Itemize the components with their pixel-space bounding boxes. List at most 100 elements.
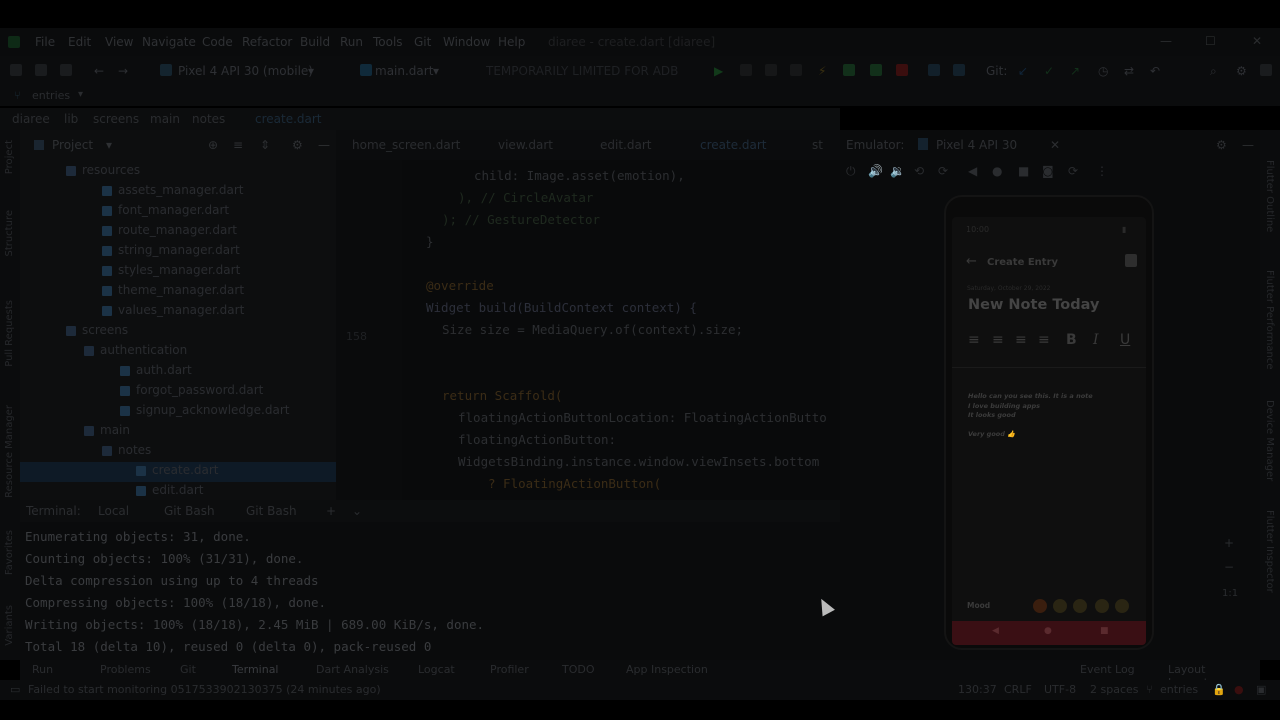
tab-git-bash-active[interactable]: Git Bash [246, 504, 297, 518]
back-icon[interactable]: ◀ [968, 164, 977, 178]
menu-git[interactable]: Git [414, 35, 431, 49]
menu-window[interactable]: Window [443, 35, 490, 49]
sync-icon[interactable] [60, 64, 72, 76]
mood-neutral-icon[interactable] [1053, 599, 1067, 613]
underline-icon[interactable]: U [1120, 332, 1130, 348]
status-message[interactable]: Failed to start monitoring 0517533902130… [28, 683, 381, 696]
run-config-selector[interactable]: main.dart [375, 64, 433, 78]
attach-icon[interactable] [843, 64, 855, 76]
nav-recents-icon[interactable]: ■ [1100, 626, 1109, 636]
stop-icon[interactable] [896, 64, 908, 76]
nav-back-icon[interactable]: ◀ [992, 626, 999, 636]
avatar[interactable] [1260, 64, 1272, 76]
tool-event-log[interactable]: Event Log [1080, 663, 1135, 676]
branch-selector[interactable]: entries [32, 89, 70, 102]
volume-down-icon[interactable]: 🔉 [890, 164, 905, 178]
breadcrumb-item[interactable]: create.dart [255, 112, 322, 126]
tool-device-manager[interactable]: Device Manager [1264, 400, 1275, 481]
tool-flutter-inspector[interactable]: Flutter Inspector [1264, 510, 1275, 593]
minimize-icon[interactable]: — [1160, 34, 1172, 48]
tool-pull-requests[interactable]: Pull Requests [4, 300, 15, 367]
tree-folder[interactable]: resources [66, 163, 140, 177]
menu-refactor[interactable]: Refactor [242, 35, 292, 49]
italic-icon[interactable]: I [1093, 332, 1099, 348]
tree-file[interactable]: string_manager.dart [102, 243, 240, 257]
tree-file[interactable]: values_manager.dart [102, 303, 244, 317]
gear-icon[interactable]: ⚙ [292, 138, 303, 152]
memory-icon[interactable]: ▣ [1256, 683, 1266, 696]
rollback-icon[interactable]: ↶ [1150, 64, 1160, 78]
nav-home-icon[interactable]: ● [1044, 626, 1052, 636]
device-manager-icon[interactable] [928, 64, 940, 76]
code-editor[interactable]: home_screen.dart view.dart edit.dart cre… [336, 130, 841, 500]
tool-flutter-performance[interactable]: Flutter Performance [1264, 270, 1275, 370]
search-icon[interactable]: ⌕ [1210, 64, 1217, 79]
chevron-down-icon[interactable]: ⌄ [352, 504, 362, 518]
tool-problems[interactable]: Problems [100, 663, 151, 676]
git-compare-icon[interactable]: ⇄ [1124, 64, 1134, 78]
hide-icon[interactable]: — [1242, 138, 1254, 152]
menu-run[interactable]: Run [340, 35, 363, 49]
more-icon[interactable]: ⋮ [1096, 164, 1108, 178]
file-encoding[interactable]: UTF-8 [1044, 683, 1076, 696]
mood-sad-icon[interactable] [1095, 599, 1109, 613]
phone-screen[interactable]: 10:00 ▮ ← Create Entry Saturday, October… [952, 217, 1146, 645]
menu-build[interactable]: Build [300, 35, 330, 49]
tool-flutter-outline[interactable]: Flutter Outline [1264, 160, 1275, 232]
tool-favorites[interactable]: Favorites [4, 530, 15, 575]
lock-icon[interactable]: 🔒 [1212, 683, 1226, 696]
tool-structure[interactable]: Structure [4, 210, 15, 257]
collapse-icon[interactable]: ≡ [233, 138, 243, 152]
error-icon[interactable]: ● [1234, 683, 1244, 696]
tree-file[interactable]: signup_acknowledge.dart [120, 403, 289, 417]
tree-file[interactable]: assets_manager.dart [102, 183, 243, 197]
device-selector[interactable]: Pixel 4 API 30 (mobile) [178, 64, 313, 78]
tab-home-screen[interactable]: home_screen.dart [352, 138, 460, 152]
menu-edit[interactable]: Edit [68, 35, 91, 49]
project-title[interactable]: Project [52, 138, 93, 152]
expand-icon[interactable]: ⇕ [260, 138, 270, 152]
mood-confused-icon[interactable] [1073, 599, 1087, 613]
home-icon[interactable]: ● [992, 164, 1002, 178]
tool-git[interactable]: Git [180, 663, 196, 676]
tab-overflow[interactable]: st [812, 138, 823, 152]
align-left-icon[interactable]: ≡ [968, 332, 980, 348]
tree-file[interactable]: route_manager.dart [102, 223, 237, 237]
tool-dart-analysis[interactable]: Dart Analysis [316, 663, 389, 676]
tree-file[interactable]: forgot_password.dart [120, 383, 263, 397]
git-history-icon[interactable]: ◷ [1098, 64, 1108, 78]
tool-project[interactable]: Project [4, 140, 15, 174]
rotate-left-icon[interactable]: ⟲ [914, 164, 924, 178]
tab-edit[interactable]: edit.dart [600, 138, 651, 152]
zoom-out-icon[interactable]: − [1224, 560, 1234, 574]
breadcrumb-item[interactable]: main [150, 112, 180, 126]
align-center-icon[interactable]: ≡ [992, 332, 1004, 348]
tool-todo[interactable]: TODO [562, 663, 595, 676]
power-icon[interactable]: ⏻ [846, 164, 856, 179]
tree-file[interactable]: edit.dart [136, 483, 203, 497]
volume-up-icon[interactable]: 🔊 [868, 164, 883, 178]
tool-resource-manager[interactable]: Resource Manager [4, 405, 15, 498]
tab-create[interactable]: create.dart [700, 138, 767, 152]
tree-file[interactable]: styles_manager.dart [102, 263, 240, 277]
tool-app-inspection[interactable]: App Inspection [626, 663, 708, 676]
coverage-icon[interactable] [765, 64, 777, 76]
menu-view[interactable]: View [105, 35, 133, 49]
hide-icon[interactable]: — [318, 138, 330, 152]
tree-file[interactable]: auth.dart [120, 363, 192, 377]
tab-git-bash[interactable]: Git Bash [164, 504, 215, 518]
status-branch[interactable]: entries [1160, 683, 1198, 696]
entry-body[interactable]: Hello can you see this. It is a note I l… [968, 392, 1138, 440]
menu-code[interactable]: Code [202, 35, 233, 49]
gear-icon[interactable]: ⚙ [1216, 138, 1227, 152]
bold-icon[interactable]: B [1066, 332, 1077, 348]
terminal-panel[interactable]: Terminal: Local Git Bash Git Bash + ⌄ En… [20, 500, 840, 660]
menu-file[interactable]: File [35, 35, 55, 49]
tool-profiler[interactable]: Profiler [490, 663, 529, 676]
save-all-icon[interactable] [35, 64, 47, 76]
forward-icon[interactable]: → [118, 64, 128, 78]
zoom-in-icon[interactable]: + [1224, 536, 1234, 550]
mood-happy-icon[interactable] [1033, 599, 1047, 613]
rotate-right-icon[interactable]: ⟳ [938, 164, 948, 178]
camera-icon[interactable]: ◙ [1042, 164, 1054, 178]
